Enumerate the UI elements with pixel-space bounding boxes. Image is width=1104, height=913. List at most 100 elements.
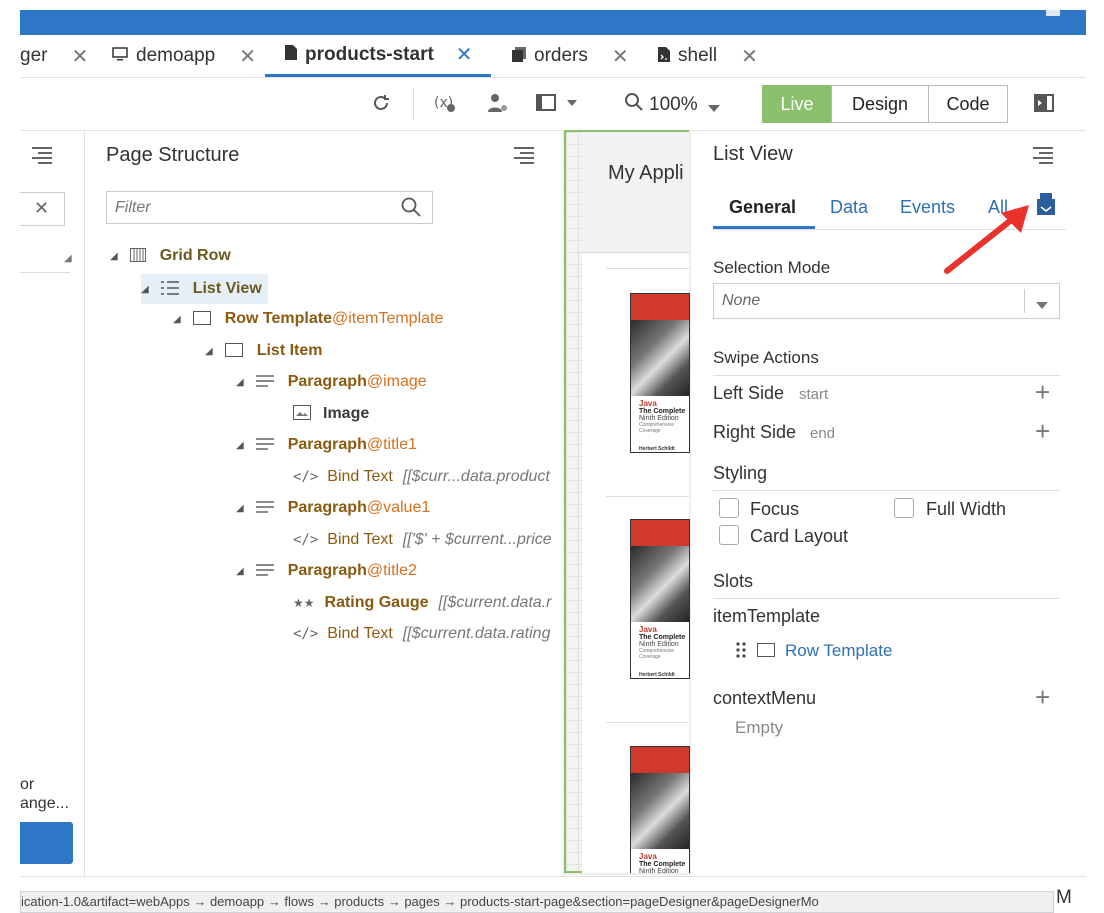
tree-node-bind-text[interactable]: </> Bind Text [[$curr...data.product [293,468,550,486]
book-author: Herbert Schildt [639,446,675,452]
row-template-link[interactable]: Row Template [785,641,892,661]
tree-node-image[interactable]: Image [293,405,369,423]
refresh-icon[interactable] [370,92,392,120]
device-size-icon[interactable] [536,92,578,120]
list-separator [606,722,689,723]
file-icon [285,45,297,64]
card-layout-checkbox[interactable] [719,525,739,545]
close-icon[interactable]: ✕ [612,44,629,69]
left-search-field[interactable]: ✕ [20,192,65,226]
close-icon[interactable]: ✕ [456,42,473,67]
title-bar-mark [1046,10,1060,16]
selection-mode-select[interactable]: None [713,283,1060,319]
tree-node-label: Paragraph [287,373,367,390]
files-icon [512,46,526,66]
hamburger-menu-icon[interactable] [514,147,534,164]
book-tagline: Comprehensive Coverage [639,648,675,660]
close-icon[interactable]: ✕ [239,44,256,69]
tree-node-label: Paragraph [287,436,367,453]
app-preview[interactable]: My Appli Java The Complete Ninth Edition… [582,132,690,873]
add-context-menu-icon[interactable]: + [1035,682,1050,713]
tree-node-row-template[interactable]: ◢ Row Template @itemTemplate [173,310,443,328]
left-side-hint: start [799,386,829,403]
tree-node-list-item[interactable]: ◢ List Item [205,342,323,360]
tab-data[interactable]: Data [830,197,868,218]
tab-products-start[interactable]: products-start ✕ [265,35,491,77]
slot-name: @title2 [366,562,417,579]
chevron-down-icon[interactable] [1036,297,1048,315]
user-role-icon[interactable] [486,92,508,120]
monitor-icon [112,47,128,65]
drag-handle-icon[interactable] [736,641,746,664]
page-structure-panel: Page Structure Filter ◢ Grid Row ◢ List … [85,131,564,876]
full-width-checkbox[interactable] [894,498,914,518]
variables-icon[interactable]: (x) [434,92,458,120]
tree-node-bind-text[interactable]: </> Bind Text [[$current.data.rating [293,625,550,643]
focus-checkbox[interactable] [719,498,739,518]
book-subtitle: The Complete [639,408,686,415]
tab-ger[interactable]: ger ✕ [20,35,88,77]
clear-icon[interactable]: ✕ [34,198,49,219]
book-cover-image[interactable]: Java The Complete Ninth Edition [630,746,690,873]
book-cover-image[interactable]: Java The Complete Ninth Edition Comprehe… [630,293,690,453]
primary-action-button[interactable] [20,822,73,864]
designer-toolbar: (x) 100% Live Design Code [20,78,1086,131]
tree-node-paragraph-image[interactable]: ◢ Paragraph @image [236,373,427,391]
book-cover-image[interactable]: Java The Complete Ninth Edition Comprehe… [630,519,690,679]
left-panel: ✕ ◢ or ange... [20,131,85,876]
bind-expression: [['$' + $current...price [402,531,552,548]
tab-shell[interactable]: shell ✕ [658,35,758,77]
chevron-down-icon[interactable] [708,96,720,119]
filter-placeholder: Filter [115,199,151,216]
left-panel-text: or [20,776,35,793]
grid-row-icon [129,247,146,265]
zoom-level[interactable]: 100% [649,94,698,116]
collapse-triangle-icon[interactable]: ◢ [173,314,181,325]
tree-node-rating-gauge[interactable]: ★★ Rating Gauge [[$current.data.r [293,594,551,612]
status-bar: ication-1.0&artifact=webApps → demoapp →… [20,876,1086,913]
collapse-triangle-icon[interactable]: ◢ [110,251,118,262]
code-mode-button[interactable]: Code [928,85,1008,123]
book-subtitle: The Complete [639,861,686,868]
slot-name: @image [366,373,427,390]
add-right-side-icon[interactable]: + [1035,416,1050,447]
hamburger-menu-icon[interactable] [1033,147,1053,164]
tree-node-label: Row Template [224,310,332,327]
add-left-side-icon[interactable]: + [1035,377,1050,408]
toolbar-divider [413,88,414,120]
tree-node-bind-text[interactable]: </> Bind Text [['$' + $current...price [293,531,552,549]
collapse-triangle-icon[interactable]: ◢ [236,377,244,388]
tree-node-paragraph-value1[interactable]: ◢ Paragraph @value1 [236,499,430,517]
expand-corner-icon[interactable]: ◢ [64,253,72,264]
filter-field[interactable]: Filter [106,191,433,224]
tree-node-label: List Item [256,342,323,359]
swipe-actions-heading: Swipe Actions [713,348,819,367]
tree-node-paragraph-title1[interactable]: ◢ Paragraph @title1 [236,436,417,454]
search-icon[interactable] [400,196,422,223]
collapse-triangle-icon[interactable]: ◢ [205,346,213,357]
tab-demoapp[interactable]: demoapp ✕ [112,35,256,77]
collapse-triangle-icon[interactable]: ◢ [236,440,244,451]
collapse-triangle-icon[interactable]: ◢ [141,284,149,295]
tab-orders[interactable]: orders ✕ [512,35,629,77]
design-mode-button[interactable]: Design [831,85,929,123]
close-icon[interactable]: ✕ [71,44,88,69]
design-canvas[interactable]: My Appli Java The Complete Ninth Edition… [563,130,691,875]
bind-expression: [[$curr...data.product [402,468,550,485]
tree-node-paragraph-title2[interactable]: ◢ Paragraph @title2 [236,562,417,580]
bind-expression: [[$current.data.rating [402,625,551,642]
tab-general[interactable]: General [729,197,796,218]
close-icon[interactable]: ✕ [741,44,758,69]
tab-label: orders [534,45,588,66]
collapse-triangle-icon[interactable]: ◢ [236,566,244,577]
tree-node-list-view[interactable]: ◢ List View [141,274,268,304]
live-mode-button[interactable]: Live [762,85,832,123]
tree-node-grid-row[interactable]: ◢ Grid Row [110,247,231,265]
toggle-properties-icon[interactable] [1034,93,1054,119]
hamburger-menu-icon[interactable] [32,147,52,164]
styling-heading: Styling [713,463,768,483]
slots-heading: Slots [713,571,754,591]
collapse-triangle-icon[interactable]: ◢ [236,503,244,514]
star-icon: ★★ [293,596,315,610]
focus-label: Focus [750,499,800,519]
